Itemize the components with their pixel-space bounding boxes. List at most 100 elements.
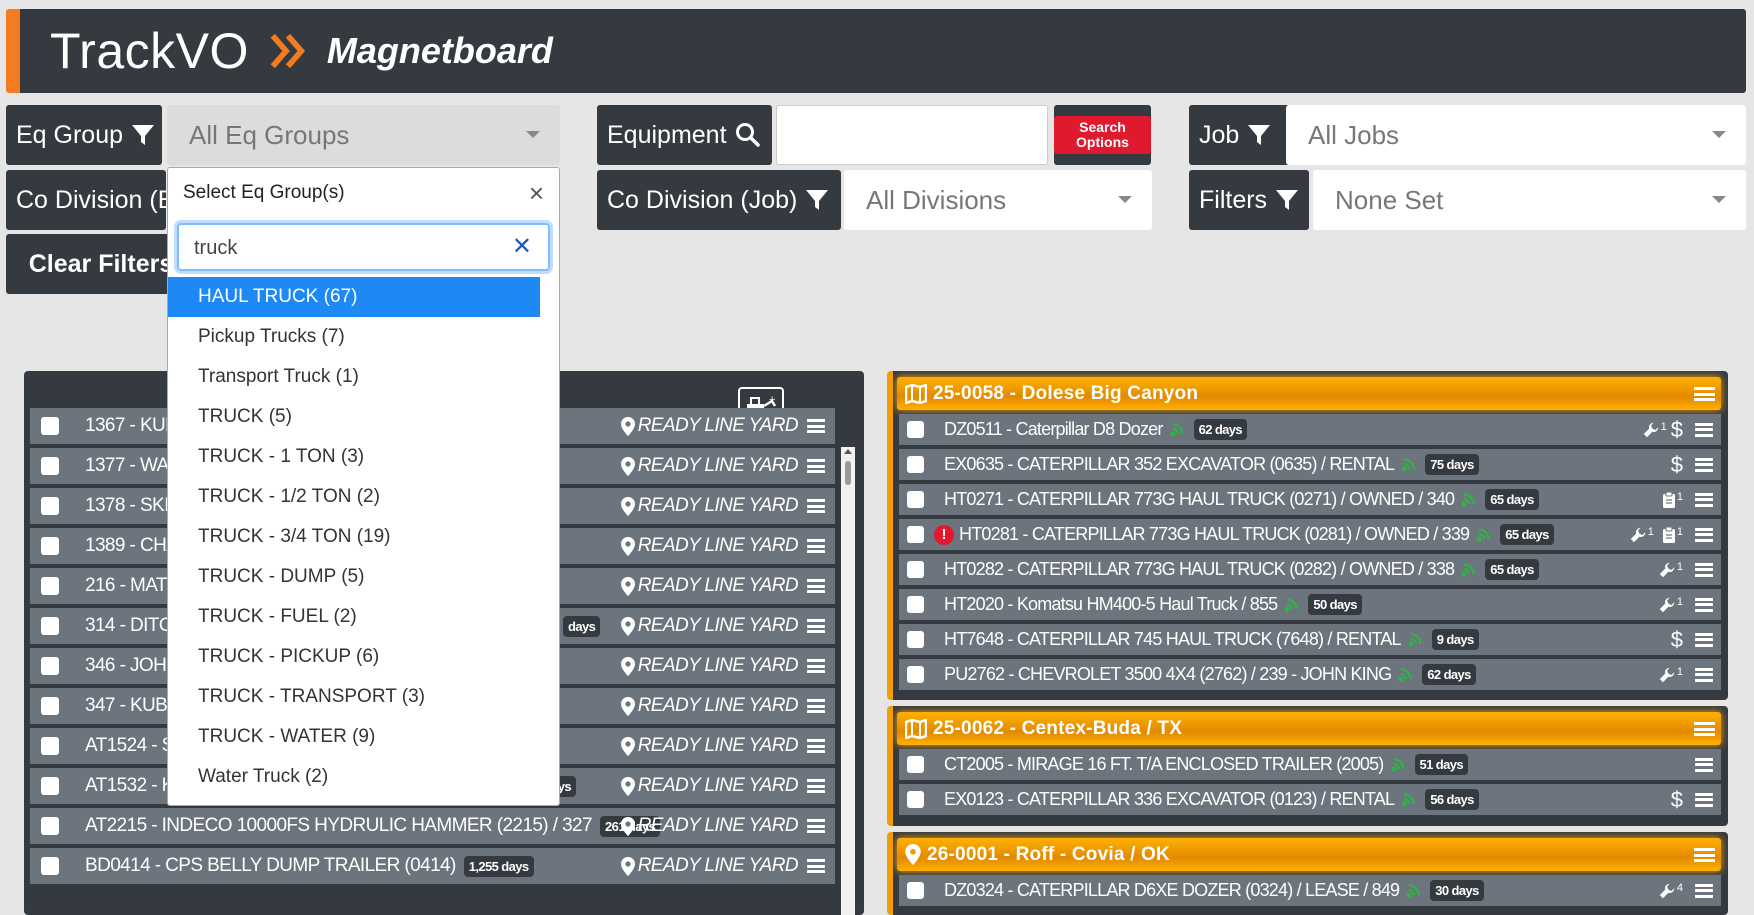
eq-group-option[interactable]: TRUCK - TRANSPORT (3) [168,677,540,717]
row-menu-icon[interactable] [807,739,825,753]
dollar-icon[interactable]: $ [1671,787,1683,813]
equipment-search-input[interactable] [776,105,1048,165]
search-options-button[interactable]: Search Options [1054,105,1151,165]
job-menu-icon[interactable] [1694,848,1715,862]
job-equipment-row[interactable]: HT7648 - CATERPILLAR 745 HAUL TRUCK (764… [899,624,1721,655]
row-checkbox[interactable] [907,456,924,473]
job-header[interactable]: 25-0062 - Centex-Buda / TX [897,712,1721,745]
job-equipment-row[interactable]: ! HT0281 - CATERPILLAR 773G HAUL TRUCK (0… [899,519,1721,550]
maintenance-indicator[interactable]: 1 [1658,596,1683,614]
row-checkbox[interactable] [41,697,59,715]
job-header[interactable]: 25-0058 - Dolese Big Canyon [897,377,1721,410]
row-checkbox[interactable] [41,497,59,515]
eq-group-option[interactable]: HAUL TRUCK (67) [168,277,540,317]
row-menu-icon[interactable] [1695,597,1713,612]
co-division-filter-label[interactable]: Co Division (Eq) [6,170,166,230]
row-menu-icon[interactable] [807,619,825,633]
eq-group-option[interactable]: Water Truck (2) [168,757,540,797]
row-checkbox[interactable] [907,756,924,773]
unassigned-scrollbar[interactable] [841,447,855,915]
eq-group-select[interactable]: All Eq Groups [167,105,560,165]
row-checkbox[interactable] [41,657,59,675]
maintenance-indicator[interactable]: 1 [1629,526,1654,544]
row-menu-icon[interactable] [807,659,825,673]
filters-select[interactable]: None Set [1313,170,1746,230]
job-equipment-row[interactable]: EX0635 - CATERPILLAR 352 EXCAVATOR (0635… [899,449,1721,480]
row-checkbox[interactable] [41,857,59,875]
row-checkbox[interactable] [41,457,59,475]
inspection-indicator[interactable]: 1 [1662,526,1683,544]
filters-label[interactable]: Filters [1189,170,1309,230]
eq-group-option[interactable]: TRUCK - 1 TON (3) [168,437,540,477]
job-equipment-row[interactable]: HT2020 - Komatsu HM400-5 Haul Truck / 85… [899,589,1721,620]
row-menu-icon[interactable] [807,499,825,513]
row-checkbox[interactable] [907,561,924,578]
row-checkbox[interactable] [907,791,924,808]
co-division-job-filter-label[interactable]: Co Division (Job) [597,170,841,230]
maintenance-indicator[interactable]: 4 [1658,882,1683,900]
row-menu-icon[interactable] [807,859,825,873]
row-menu-icon[interactable] [1695,527,1713,542]
row-menu-icon[interactable] [1695,457,1713,472]
inspection-indicator[interactable]: 1 [1662,491,1683,509]
dollar-icon[interactable]: $ [1671,452,1683,478]
row-menu-icon[interactable] [1695,422,1713,437]
row-menu-icon[interactable] [807,819,825,833]
row-menu-icon[interactable] [1695,667,1713,682]
equipment-label[interactable]: Equipment [597,105,772,165]
job-menu-icon[interactable] [1694,387,1715,401]
row-menu-icon[interactable] [1695,757,1713,772]
row-checkbox[interactable] [41,617,59,635]
eq-group-option[interactable]: Pickup Trucks (7) [168,317,540,357]
dollar-icon[interactable]: $ [1671,417,1683,443]
eq-group-option[interactable]: TRUCK - FUEL (2) [168,597,540,637]
eq-group-option[interactable]: TRUCK (5) [168,397,540,437]
eq-group-option[interactable]: TRUCK - 1/2 TON (2) [168,477,540,517]
maintenance-indicator[interactable]: 1 [1642,421,1667,439]
eq-group-option[interactable]: TRUCK - WATER (9) [168,717,540,757]
row-menu-icon[interactable] [807,539,825,553]
job-equipment-row[interactable]: CT2005 - MIRAGE 16 FT. T/A ENCLOSED TRAI… [899,749,1721,780]
row-checkbox[interactable] [41,577,59,595]
row-checkbox[interactable] [41,817,59,835]
job-menu-icon[interactable] [1694,722,1715,736]
job-equipment-row[interactable]: HT0271 - CATERPILLAR 773G HAUL TRUCK (02… [899,484,1721,515]
row-menu-icon[interactable] [1695,792,1713,807]
row-checkbox[interactable] [907,631,924,648]
row-checkbox[interactable] [907,526,924,543]
row-checkbox[interactable] [41,777,59,795]
equipment-row[interactable]: BD0414 - CPS BELLY DUMP TRAILER (0414) 1,… [30,848,835,884]
row-checkbox[interactable] [907,596,924,613]
row-menu-icon[interactable] [807,779,825,793]
row-menu-icon[interactable] [807,699,825,713]
eq-group-search-input[interactable]: truck ✕ [177,223,550,271]
eq-group-option[interactable]: TRUCK - DUMP (5) [168,557,540,597]
row-menu-icon[interactable] [1695,632,1713,647]
eq-group-option[interactable]: Transport Truck (1) [168,357,540,397]
row-checkbox[interactable] [907,882,924,899]
eq-group-option[interactable]: TRUCK - PICKUP (6) [168,637,540,677]
row-checkbox[interactable] [907,491,924,508]
job-equipment-row[interactable]: EX0123 - CATERPILLAR 336 EXCAVATOR (0123… [899,784,1721,815]
job-equipment-row[interactable]: HT0282 - CATERPILLAR 773G HAUL TRUCK (02… [899,554,1721,585]
row-menu-icon[interactable] [807,419,825,433]
dollar-icon[interactable]: $ [1671,627,1683,653]
row-menu-icon[interactable] [1695,492,1713,507]
row-menu-icon[interactable] [1695,562,1713,577]
scrollbar-thumb[interactable] [845,461,851,485]
eq-group-option[interactable]: TRUCK - 3/4 TON (19) [168,517,540,557]
row-checkbox[interactable] [907,666,924,683]
row-menu-icon[interactable] [1695,883,1713,898]
job-equipment-row[interactable]: DZ0324 - CATERPILLAR D6XE DOZER (0324) /… [899,875,1721,906]
job-equipment-row[interactable]: PU2762 - CHEVROLET 3500 4X4 (2762) / 239… [899,659,1721,690]
job-header[interactable]: 26-0001 - Roff - Covia / OK [897,838,1721,871]
maintenance-indicator[interactable]: 1 [1658,666,1683,684]
row-menu-icon[interactable] [807,579,825,593]
job-select[interactable]: All Jobs [1286,105,1746,165]
row-checkbox[interactable] [907,421,924,438]
row-checkbox[interactable] [41,417,59,435]
co-division-job-select[interactable]: All Divisions [844,170,1152,230]
equipment-row[interactable]: AT2215 - INDECO 10000FS HYDRULIC HAMMER … [30,808,835,844]
row-checkbox[interactable] [41,537,59,555]
eq-group-filter-label[interactable]: Eq Group [6,105,162,165]
